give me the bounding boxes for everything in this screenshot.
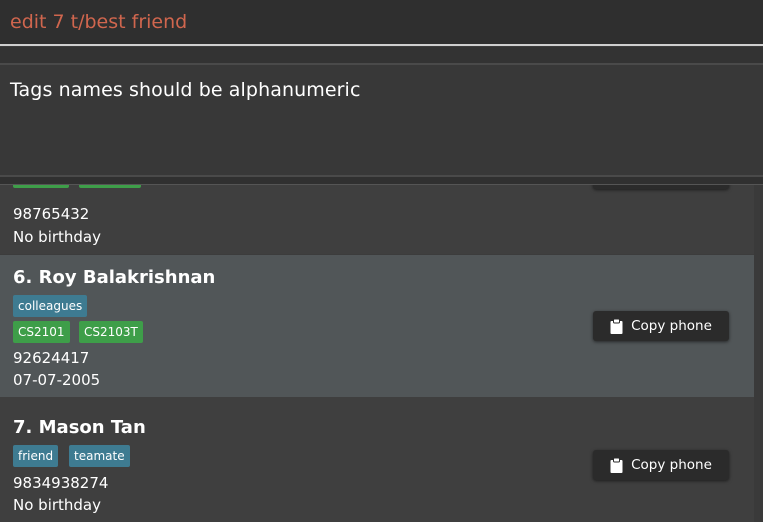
copy-phone-label: Copy phone bbox=[631, 318, 712, 334]
result-display: Tags names should be alphanumeric bbox=[0, 63, 763, 177]
copy-phone-label: Copy phone bbox=[631, 457, 712, 473]
person-card[interactable]: 98765432 No birthday bbox=[0, 185, 754, 254]
person-name: 7. Mason Tan bbox=[13, 417, 146, 438]
person-card-selected[interactable]: 6. Roy Balakrishnan colleagues CS2101 CS… bbox=[0, 255, 754, 397]
module-tag bbox=[79, 185, 141, 188]
command-box[interactable] bbox=[0, 0, 763, 46]
birthday: 07-07-2005 bbox=[13, 371, 101, 389]
copy-phone-button[interactable]: Copy phone bbox=[593, 450, 729, 480]
module-tag bbox=[13, 185, 69, 188]
module-tag: CS2103T bbox=[79, 321, 143, 343]
list-scrollbar[interactable] bbox=[754, 185, 763, 522]
person-card[interactable]: 7. Mason Tan friend teamate 9834938274 N… bbox=[0, 397, 754, 522]
split-divider[interactable] bbox=[0, 47, 763, 63]
phone-number: 9834938274 bbox=[13, 474, 109, 492]
birthday: No birthday bbox=[13, 496, 102, 514]
module-tag: CS2101 bbox=[13, 321, 70, 343]
tag: colleagues bbox=[13, 295, 88, 317]
result-message: Tags names should be alphanumeric bbox=[10, 79, 361, 101]
tag: teamate bbox=[69, 445, 130, 467]
clipboard-icon bbox=[610, 318, 623, 334]
phone-number: 98765432 bbox=[13, 205, 90, 223]
copy-phone-button[interactable]: Copy phone bbox=[593, 311, 729, 341]
copy-phone-button[interactable] bbox=[593, 185, 729, 189]
person-list[interactable]: 98765432 No birthday 6. Roy Balakrishnan… bbox=[0, 185, 763, 522]
phone-number: 92624417 bbox=[13, 349, 90, 367]
tag: friend bbox=[13, 445, 59, 467]
split-divider[interactable] bbox=[0, 177, 763, 185]
clipboard-icon bbox=[610, 457, 623, 473]
birthday: No birthday bbox=[13, 228, 102, 246]
command-input[interactable] bbox=[10, 11, 750, 33]
person-name: 6. Roy Balakrishnan bbox=[13, 267, 216, 288]
